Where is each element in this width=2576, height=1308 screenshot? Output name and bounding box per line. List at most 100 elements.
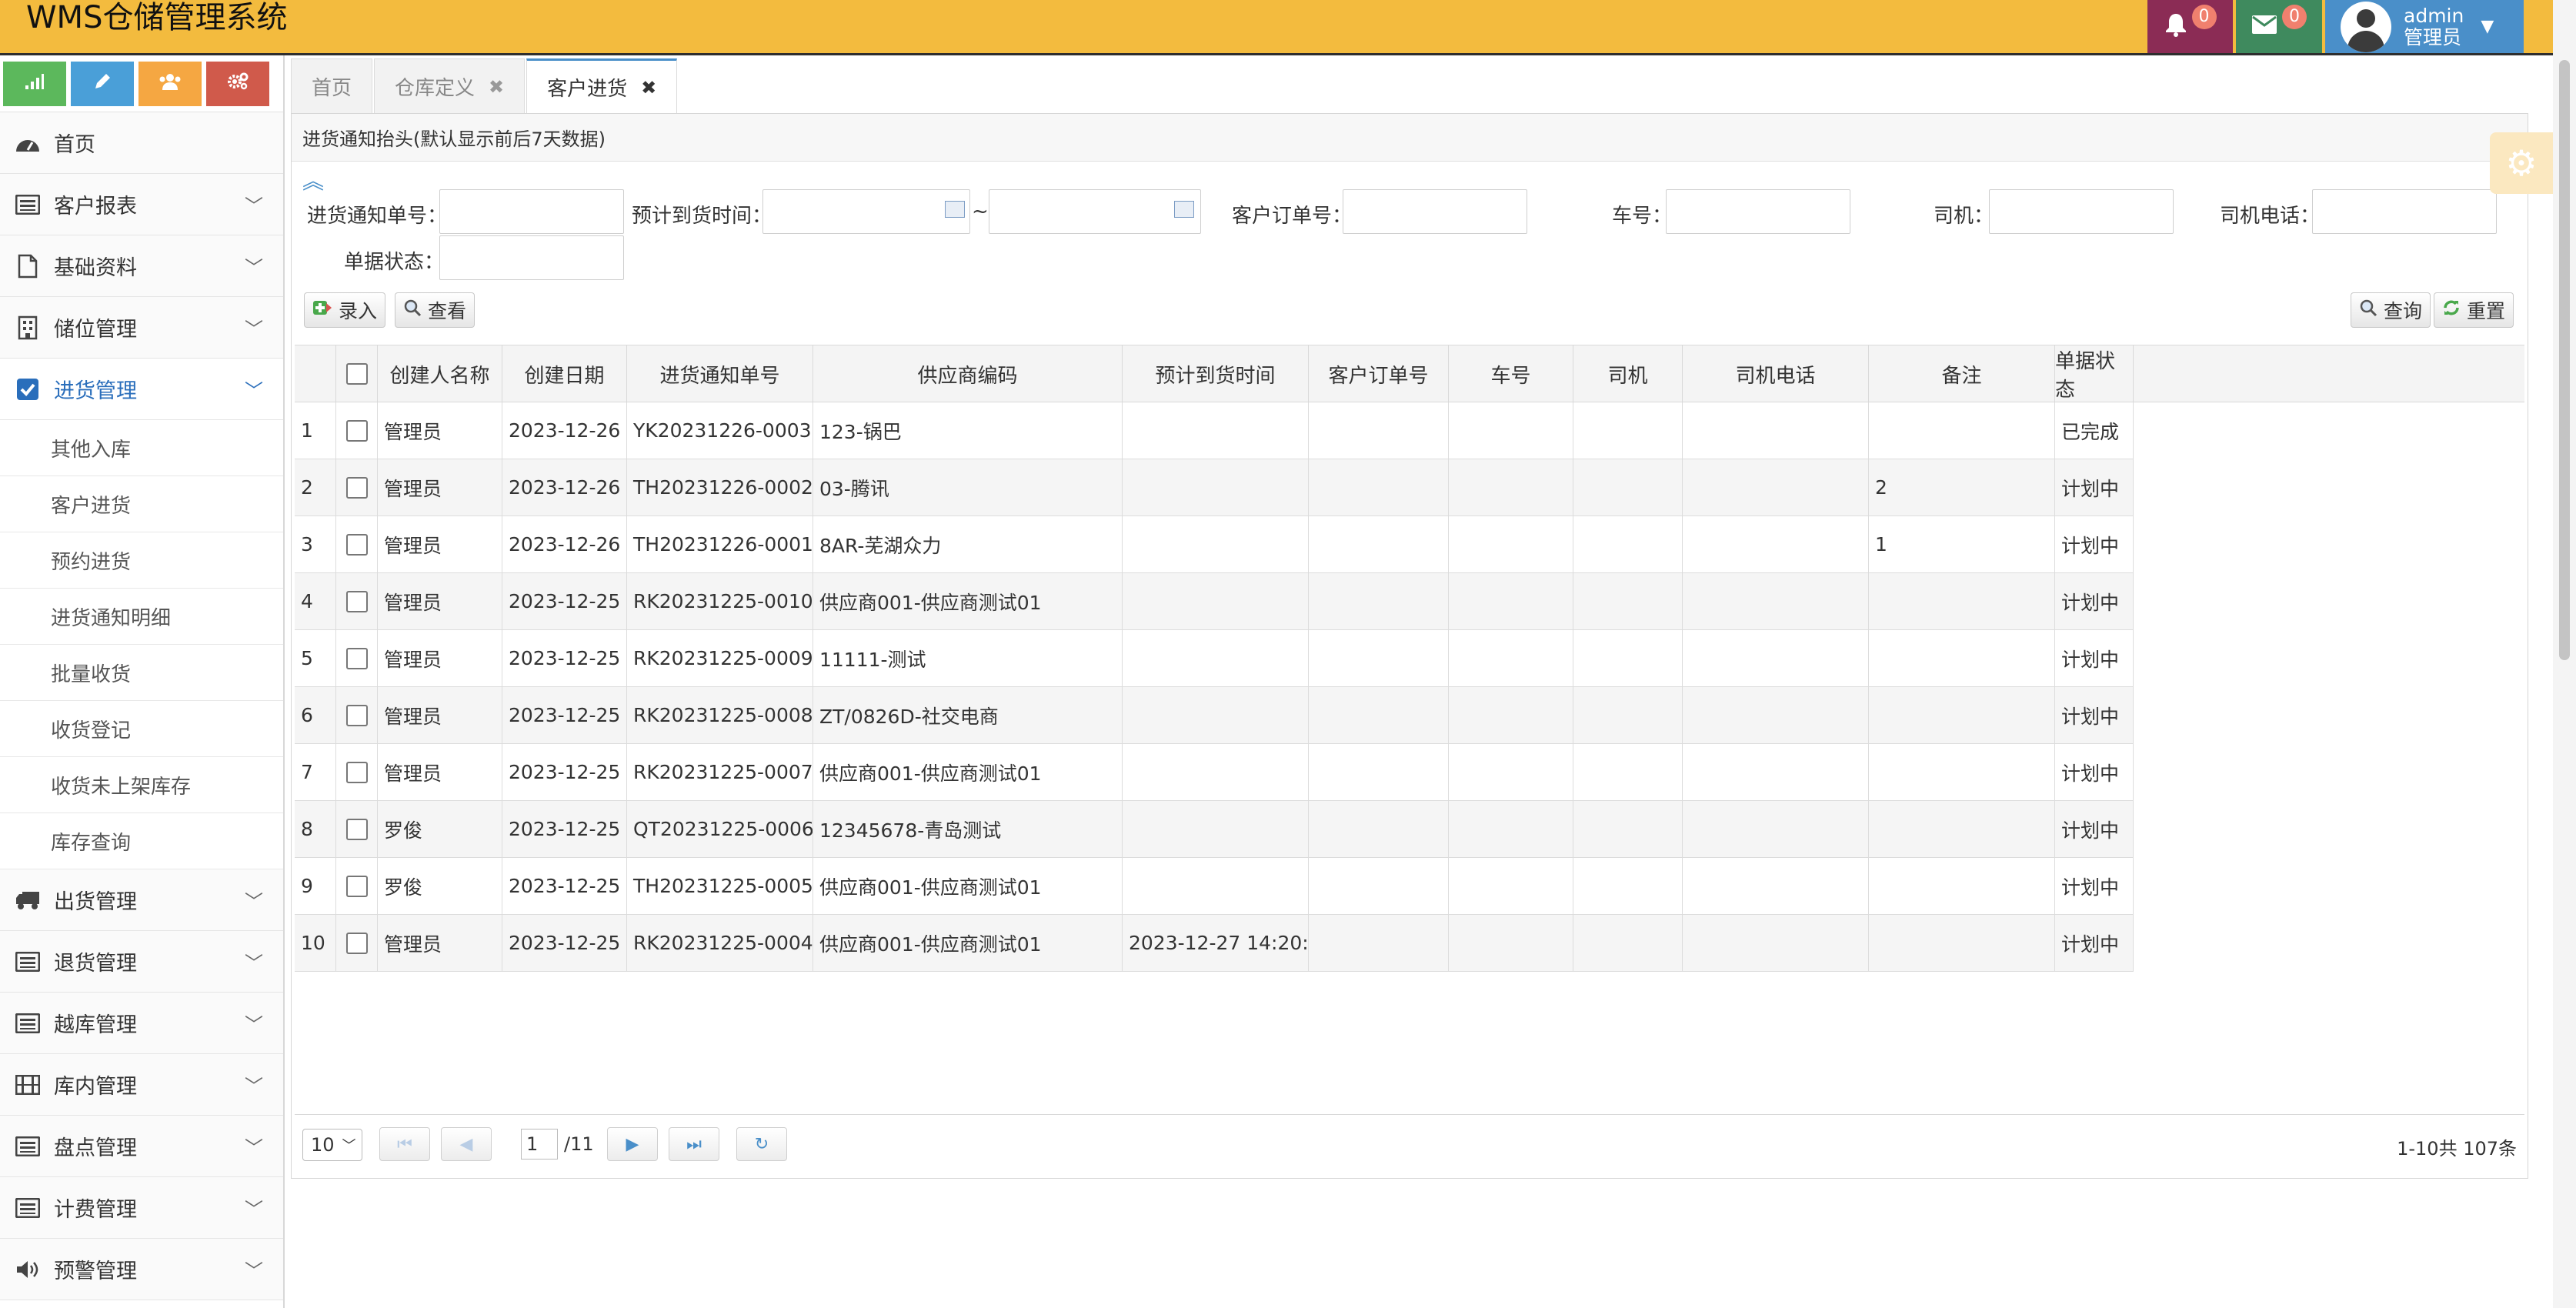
column-header[interactable]: 创建人名称 [378,345,502,402]
first-page-button[interactable]: ⏮ [379,1127,430,1161]
close-icon[interactable]: ✖ [641,77,656,98]
sidebar-subitem[interactable]: 客户进货 [0,476,283,532]
sidebar-item-alerts[interactable]: 预警管理 ﹀ [0,1239,283,1300]
eta-start-input[interactable] [762,189,970,234]
column-header[interactable]: 司机电话 [1683,345,1869,402]
sidebar-subitem[interactable]: 其他入库 [0,420,283,476]
table-row[interactable]: 3 管理员 2023-12-26 TH20231226-0001 8AR-芜湖众力 1 计划… [295,516,2134,573]
sidebar-subitem[interactable]: 库存查询 [0,813,283,869]
row-number: 2 [295,459,336,516]
truck-no-input[interactable] [1666,189,1850,234]
driver-phone-input[interactable] [2312,189,2497,234]
close-icon[interactable]: ✖ [489,76,504,98]
truck-no-cell [1449,915,1573,971]
column-header[interactable]: 备注 [1869,345,2055,402]
column-header[interactable]: 车号 [1449,345,1573,402]
table-row[interactable]: 1 管理员 2023-12-26 YK20231226-0003 123-锅巴 已完成 [295,402,2134,459]
sidebar-item-billing[interactable]: 计费管理 ﹀ [0,1177,283,1239]
next-page-button[interactable]: ▶ [607,1127,658,1161]
reset-button[interactable]: 重置 [2434,292,2514,328]
column-header[interactable]: 预计到货时间 [1123,345,1309,402]
tab-customer-inbound[interactable]: 客户进货 ✖ [526,58,678,114]
dashboard-icon [12,128,43,158]
row-checkbox[interactable] [345,761,368,783]
row-checkbox[interactable] [345,875,368,897]
row-checkbox[interactable] [345,476,368,499]
table-row[interactable]: 10 管理员 2023-12-25 RK20231225-0004 供应商001-供应商… [295,915,2134,972]
eta-end-input[interactable] [989,189,1201,234]
sidebar-item-home[interactable]: 首页 [0,112,283,174]
truck-no-cell [1449,744,1573,800]
notifications-button[interactable]: 0 [2147,0,2233,53]
table-row[interactable]: 4 管理员 2023-12-25 RK20231225-0010 供应商001-供应商测… [295,573,2134,630]
status-input[interactable] [439,235,624,280]
scrollbar-thumb[interactable] [2559,60,2570,660]
prev-page-button[interactable]: ◀ [441,1127,492,1161]
add-button[interactable]: 录入 [304,292,386,328]
settings-widget[interactable]: ⚙ [2490,132,2553,194]
row-checkbox[interactable] [345,647,368,669]
user-menu[interactable]: admin 管理员 ▼ [2325,0,2524,53]
sidebar-subitem[interactable]: 收货登记 [0,701,283,757]
sidebar-item-basic-data[interactable]: 基础资料 ﹀ [0,235,283,297]
sidebar-item-cross-dock[interactable]: 越库管理 ﹀ [0,993,283,1054]
row-checkbox[interactable] [345,533,368,556]
table-row[interactable]: 6 管理员 2023-12-25 RK20231225-0008 ZT/0826D-社交… [295,687,2134,744]
table-row[interactable]: 9 罗俊 2023-12-25 TH20231225-0005 供应商001-供应商测试… [295,858,2134,915]
column-header[interactable]: 进货通知单号 [627,345,813,402]
date-cell: 2023-12-25 [502,744,627,800]
sidebar-subitem[interactable]: 预约进货 [0,532,283,589]
pencil-shortcut-button[interactable] [71,62,134,106]
sidebar-item-stocktake[interactable]: 盘点管理 ﹀ [0,1116,283,1177]
sidebar-item-storage-location[interactable]: 储位管理 ﹀ [0,297,283,359]
tab-home[interactable]: 首页 [291,58,373,114]
users-shortcut-button[interactable] [138,62,202,106]
sidebar-item-inbound[interactable]: 进货管理 ﹀ [0,359,283,420]
row-number: 7 [295,744,336,800]
row-checkbox[interactable] [345,818,368,840]
sidebar: 首页 客户报表 ﹀ 基础资料 ﹀ 储位管理 ﹀ 进货管理 ﹀ 其他入库 客户进货… [0,55,285,1308]
notice-no-cell: RK20231225-0004 [627,915,813,971]
row-checkbox[interactable] [345,932,368,954]
row-number: 6 [295,687,336,743]
sidebar-item-customer-reports[interactable]: 客户报表 ﹀ [0,174,283,235]
column-header[interactable]: 创建日期 [502,345,627,402]
sidebar-subitem[interactable]: 批量收货 [0,645,283,701]
sidebar-item-returns[interactable]: 退货管理 ﹀ [0,931,283,993]
column-header[interactable]: 供应商编码 [813,345,1123,402]
page-number-input[interactable]: 1 [521,1129,558,1160]
tab-warehouse-definition[interactable]: 仓库定义 ✖ [374,58,526,114]
row-checkbox[interactable] [345,590,368,612]
remark-cell [1869,744,2055,800]
row-checkbox[interactable] [345,704,368,726]
select-all-checkbox[interactable] [345,363,368,385]
page-size-select[interactable]: 10 ﹀ [302,1129,362,1161]
column-header[interactable]: 司机 [1573,345,1683,402]
messages-button[interactable]: 0 [2236,0,2322,53]
column-header[interactable]: 客户订单号 [1309,345,1449,402]
driver-input[interactable] [1989,189,2174,234]
calendar-icon[interactable] [945,201,965,218]
table-row[interactable]: 2 管理员 2023-12-26 TH20231226-0002 03-腾讯 2 计划中 [295,459,2134,516]
settings-shortcut-button[interactable] [206,62,269,106]
query-button[interactable]: 查询 [2351,292,2431,328]
signal-shortcut-button[interactable] [3,62,66,106]
column-header[interactable]: 单据状态 [2055,345,2134,402]
sidebar-item-in-warehouse[interactable]: 库内管理 ﹀ [0,1054,283,1116]
notice-no-input[interactable] [439,189,624,234]
eta-cell: 2023-12-27 14:20:49 [1123,915,1309,971]
sidebar-item-outbound[interactable]: 出货管理 ﹀ [0,869,283,931]
table-row[interactable]: 5 管理员 2023-12-25 RK20231225-0009 11111-测试 计划中 [295,630,2134,687]
order-no-input[interactable] [1343,189,1527,234]
table-row[interactable]: 7 管理员 2023-12-25 RK20231225-0007 供应商001-供应商测… [295,744,2134,801]
eta-cell [1123,573,1309,629]
table-row[interactable]: 8 罗俊 2023-12-25 QT20231225-0006 12345678-青岛测… [295,801,2134,858]
row-checkbox[interactable] [345,419,368,442]
calendar-icon[interactable] [1174,201,1194,218]
sidebar-subitem[interactable]: 收货未上架库存 [0,757,283,813]
last-page-button[interactable]: ⏭ [669,1127,719,1161]
view-button[interactable]: 查看 [395,292,475,328]
collapse-up-icon[interactable]: ︽ [302,165,324,195]
sidebar-subitem[interactable]: 进货通知明细 [0,589,283,645]
refresh-page-button[interactable]: ↻ [736,1127,787,1161]
